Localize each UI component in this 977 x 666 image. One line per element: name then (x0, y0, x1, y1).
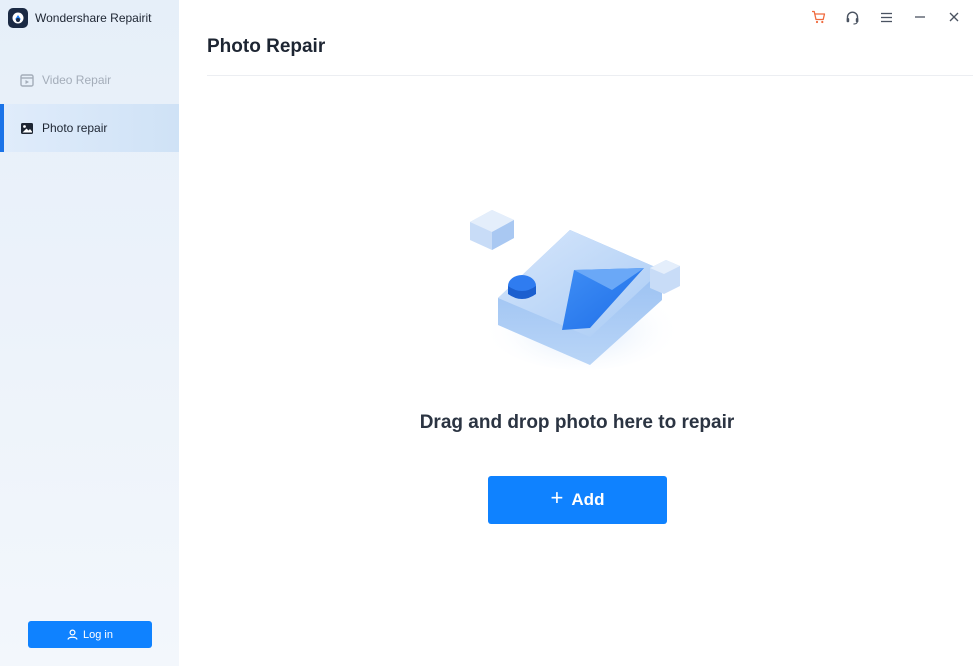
sidebar: Wondershare Repairit Video Repair Photo … (0, 0, 179, 666)
menu-icon[interactable] (877, 8, 895, 26)
photo-upload-illustration[interactable] (462, 200, 692, 375)
plus-icon: + (550, 485, 564, 510)
app-name: Wondershare Repairit (35, 11, 152, 25)
image-icon (19, 121, 34, 136)
page-title: Photo Repair (207, 36, 326, 57)
title-divider (207, 75, 973, 76)
sidebar-item-video-repair[interactable]: Video Repair (0, 56, 179, 104)
add-button[interactable]: + Add (488, 476, 667, 524)
sidebar-item-photo-repair[interactable]: Photo repair (0, 104, 179, 152)
video-icon (19, 73, 34, 88)
drop-zone-text: Drag and drop photo here to repair (419, 412, 735, 433)
login-button[interactable]: Log in (28, 621, 152, 648)
titlebar-controls (809, 8, 963, 26)
repairit-logo-icon (8, 8, 28, 28)
add-label: Add (571, 490, 605, 509)
app-window: Wondershare Repairit Video Repair Photo … (0, 0, 977, 666)
minimize-icon[interactable] (911, 8, 929, 26)
close-icon[interactable] (945, 8, 963, 26)
sidebar-item-label: Photo repair (42, 121, 108, 135)
headset-icon[interactable] (843, 8, 861, 26)
login-label: Log in (83, 628, 113, 641)
sidebar-item-label: Video Repair (42, 73, 112, 87)
brand: Wondershare Repairit (8, 8, 152, 28)
user-icon (67, 629, 78, 640)
cart-icon[interactable] (809, 8, 827, 26)
